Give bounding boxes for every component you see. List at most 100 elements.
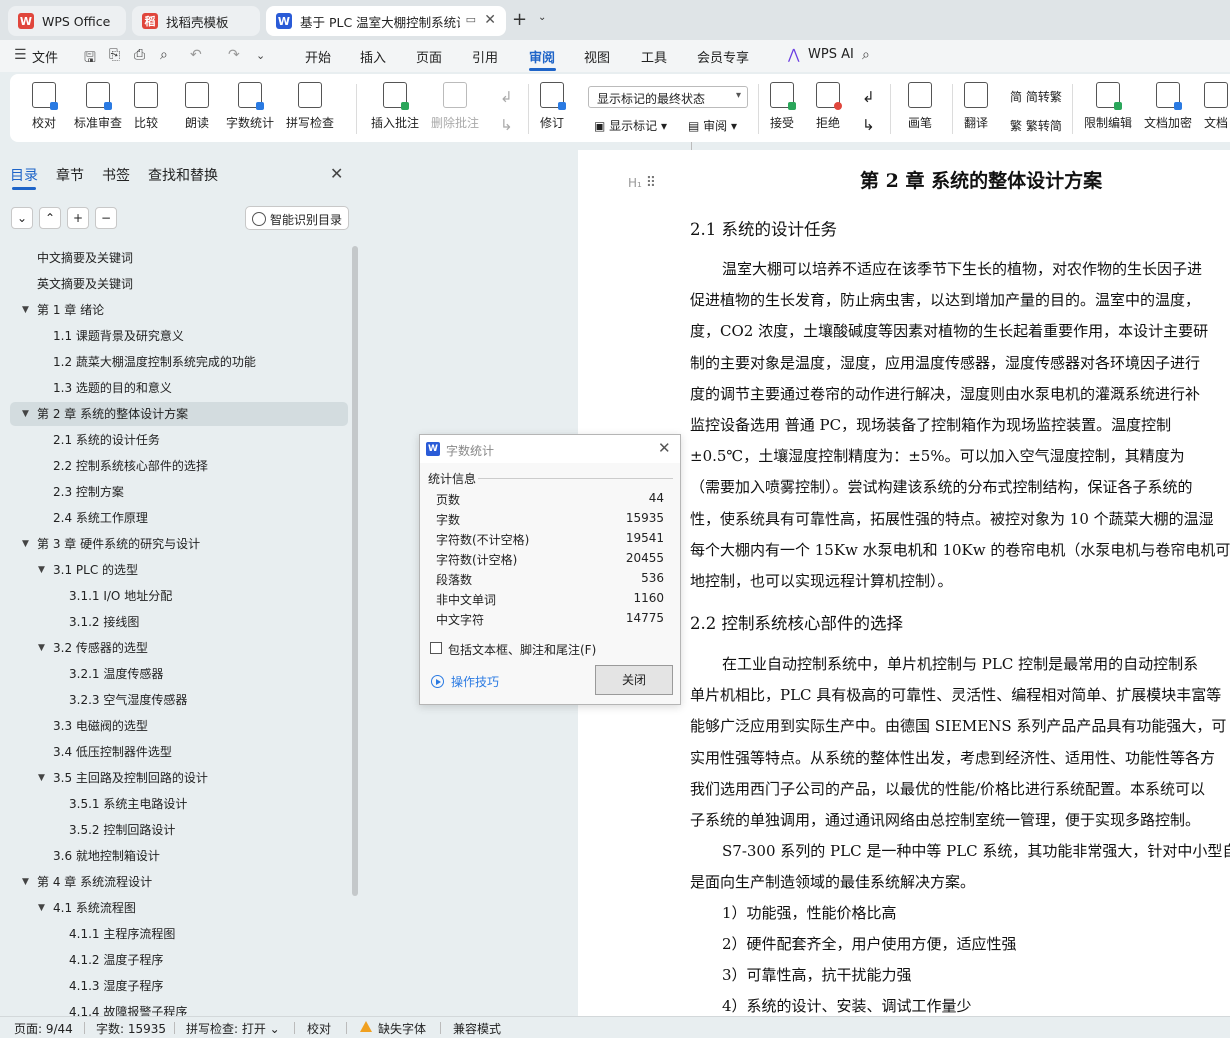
restrict-edit-button[interactable]: 限制编辑 [1084,82,1132,131]
toc-item[interactable]: 4.1.1 主程序流程图 [69,922,175,946]
next-change-icon[interactable]: ↳ [862,116,875,134]
menu-icon[interactable]: ☰ [14,47,27,63]
toc-item[interactable]: 3.1 PLC 的选型 [53,558,138,582]
drag-handle-icon[interactable]: ⠿ [646,175,656,191]
previous-comment-icon[interactable]: ↲ [500,88,513,106]
brush-button[interactable]: 画笔 [908,82,932,131]
toc-item[interactable]: 4.1 系统流程图 [53,896,136,920]
accept-button[interactable]: 接受 [770,82,796,131]
menu-review[interactable]: 审阅 [529,47,555,66]
new-tab-icon[interactable]: + [512,9,527,30]
toc-item[interactable]: 3.5 主回路及控制回路的设计 [53,766,208,790]
dialog-title-bar[interactable]: W 字数统计 ✕ [420,435,680,463]
tab-template[interactable]: 稻 找稻壳模板 [132,6,260,36]
expand-triangle-icon[interactable]: ▼ [38,903,45,913]
tab-document[interactable]: W 基于 PLC 温室大棚控制系统设 ▭ ✕ [266,6,506,36]
reject-button[interactable]: 拒绝 [816,82,842,131]
tab-chapters[interactable]: 章节 [56,165,84,185]
menu-tools[interactable]: 工具 [641,47,667,66]
translate-button[interactable]: 翻译 [964,82,988,131]
toc-item[interactable]: 3.4 低压控制器件选型 [53,740,172,764]
toc-item[interactable]: 4.1.2 温度子程序 [69,948,163,972]
tab-wps-office[interactable]: W WPS Office [8,6,126,36]
expand-up-button[interactable]: ⌃ [39,207,61,229]
toc-item[interactable]: 英文摘要及关键词 [37,272,133,296]
expand-triangle-icon[interactable]: ▼ [22,539,29,549]
include-textbox-checkbox[interactable] [430,642,442,654]
spell-check-button[interactable]: 拼写检查 [286,82,334,131]
toc-item[interactable]: 3.2.3 空气湿度传感器 [69,688,187,712]
menu-file[interactable]: 文件 [32,47,58,66]
smart-toc-button[interactable]: 智能识别目录 [245,206,349,230]
toc-item[interactable]: 1.3 选题的目的和意义 [53,376,172,400]
to-simplified-button[interactable]: 繁 繁转简 [1010,117,1062,134]
word-count-button[interactable]: 字数统计 [226,82,274,131]
menu-page[interactable]: 页面 [416,47,442,66]
insert-comment-button[interactable]: 插入批注 [371,82,419,131]
expand-triangle-icon[interactable]: ▼ [22,409,29,419]
close-icon[interactable]: ✕ [658,439,671,457]
toc-scrollbar[interactable] [352,246,358,896]
page-indicator[interactable]: 页面: 9/44 [14,1020,73,1037]
previous-change-icon[interactable]: ↲ [862,88,875,106]
toc-item[interactable]: 3.1.1 I/O 地址分配 [69,584,172,608]
close-tab-icon[interactable]: ✕ [484,12,496,28]
revise-button[interactable]: 修订 [540,82,566,131]
to-traditional-button[interactable]: 简 简转繁 [1010,88,1062,105]
show-markup-button[interactable]: ▣ 显示标记 ▾ [594,117,667,134]
save-icon[interactable]: 🖫 [84,47,96,71]
toc-item[interactable]: 3.3 电磁阀的选型 [53,714,148,738]
delete-comment-button[interactable]: 删除批注 [431,82,479,131]
menu-insert[interactable]: 插入 [360,47,386,66]
toc-item[interactable]: 第 2 章 系统的整体设计方案 [37,402,188,426]
toc-item[interactable]: 2.1 系统的设计任务 [53,428,160,452]
markup-state-select[interactable]: 显示标记的最终状态 ▾ [588,86,748,108]
missing-font-indicator[interactable]: 缺失字体 [378,1020,426,1037]
proofread-indicator[interactable]: 校对 [307,1020,331,1037]
menu-reference[interactable]: 引用 [472,47,498,66]
collapse-button[interactable]: ⌄ [11,207,33,229]
play-icon[interactable] [431,675,444,688]
tips-link[interactable]: 操作技巧 [451,673,499,690]
toc-item[interactable]: 3.2 传感器的选型 [53,636,148,660]
toc-item[interactable]: 2.3 控制方案 [53,480,124,504]
close-panel-icon[interactable]: ✕ [330,164,343,183]
toc-item[interactable]: 中文摘要及关键词 [37,246,133,270]
remove-heading-button[interactable]: − [95,207,117,229]
expand-triangle-icon[interactable]: ▼ [22,305,29,315]
print-preview-icon[interactable]: ⌕ [160,47,168,63]
toc-item[interactable]: 4.1.3 湿度子程序 [69,974,163,998]
expand-triangle-icon[interactable]: ▼ [22,877,29,887]
toc-item[interactable]: 3.6 就地控制箱设计 [53,844,160,868]
toc-item[interactable]: 2.2 控制系统核心部件的选择 [53,454,208,478]
tab-bookmarks[interactable]: 书签 [102,165,130,185]
search-icon[interactable]: ⌕ [862,47,870,63]
export-icon[interactable]: ⎘ [109,47,120,63]
add-heading-button[interactable]: + [67,207,89,229]
toc-item[interactable]: 3.5.1 系统主电路设计 [69,792,187,816]
spell-check-indicator[interactable]: 拼写检查: 打开 ⌄ [186,1020,280,1037]
menu-view[interactable]: 视图 [584,47,610,66]
undo-icon[interactable]: ↶ [190,47,202,63]
expand-triangle-icon[interactable]: ▼ [38,643,45,653]
menu-start[interactable]: 开始 [305,47,331,66]
expand-triangle-icon[interactable]: ▼ [38,565,45,575]
toc-item[interactable]: 4.1.4 故障报警子程序 [69,1000,187,1016]
toc-item[interactable]: 2.4 系统工作原理 [53,506,148,530]
proofread-button[interactable]: 校对 [32,82,58,131]
encrypt-button[interactable]: 文档加密 [1144,82,1192,131]
toc-item[interactable]: 3.1.2 接线图 [69,610,139,634]
redo-icon[interactable]: ↷ [228,47,240,63]
toc-item[interactable]: 3.2.1 温度传感器 [69,662,163,686]
read-aloud-button[interactable]: 朗读 [185,82,209,131]
tab-find-replace[interactable]: 查找和替换 [148,165,218,185]
standard-review-button[interactable]: 标准审查 [74,82,122,131]
menu-wps-ai[interactable]: WPS AI [808,47,854,62]
toc-item[interactable]: 第 3 章 硬件系统的研究与设计 [37,532,200,556]
menu-member[interactable]: 会员专享 [697,47,749,66]
doc-more-button[interactable]: 文档 [1204,82,1228,131]
chevron-down-icon[interactable]: ⌄ [538,12,546,23]
more-icon[interactable]: ⌄ [256,49,265,62]
toc-item[interactable]: 3.5.2 控制回路设计 [69,818,175,842]
expand-triangle-icon[interactable]: ▼ [38,773,45,783]
